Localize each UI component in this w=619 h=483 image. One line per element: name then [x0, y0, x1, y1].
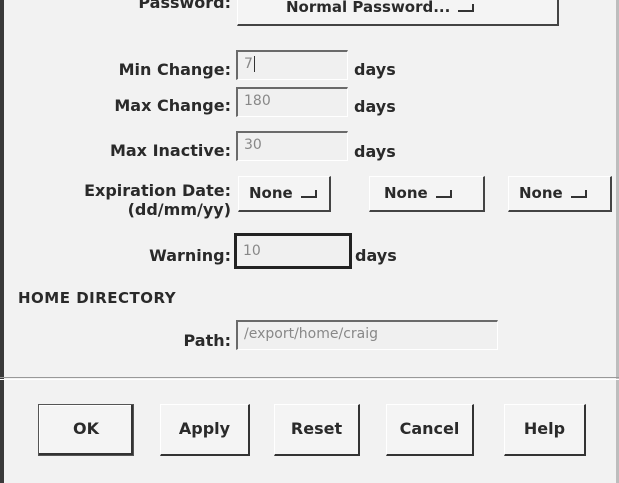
max-inactive-value: 30: [244, 137, 262, 153]
apply-button[interactable]: Apply: [160, 404, 250, 456]
expiration-date-label-line1: Expiration Date:: [84, 181, 231, 200]
separator-highlight: [0, 379, 619, 380]
password-label: Password:: [138, 0, 231, 12]
min-change-label: Min Change:: [118, 60, 231, 79]
max-inactive-unit: days: [354, 142, 396, 161]
min-change-input[interactable]: 7: [236, 50, 348, 80]
help-button[interactable]: Help: [504, 404, 586, 456]
max-change-value: 180: [244, 93, 271, 109]
text-cursor: [253, 56, 255, 72]
home-directory-heading: HOME DIRECTORY: [18, 289, 177, 307]
warning-label: Warning:: [149, 246, 231, 265]
expiration-date-format: (dd/mm/yy): [127, 200, 231, 219]
expiration-date-label: Expiration Date: (dd/mm/yy): [84, 181, 231, 219]
expiration-month-value: None: [384, 184, 428, 202]
reset-button[interactable]: Reset: [274, 404, 360, 456]
expiration-day-menu[interactable]: None: [238, 176, 331, 212]
expiration-year-value: None: [519, 184, 563, 202]
path-value: /export/home/craig: [244, 326, 378, 342]
cancel-button[interactable]: Cancel: [386, 404, 474, 456]
separator: [0, 377, 619, 378]
window-left-border: [0, 0, 4, 483]
expiration-day-value: None: [249, 184, 293, 202]
menu-indicator-icon: [435, 189, 452, 198]
max-change-label: Max Change:: [114, 96, 231, 115]
min-change-unit: days: [354, 60, 396, 79]
max-inactive-input[interactable]: 30: [236, 131, 348, 161]
expiration-month-menu[interactable]: None: [369, 176, 485, 212]
ok-button[interactable]: OK: [38, 404, 134, 456]
max-change-unit: days: [354, 97, 396, 116]
password-menu-button[interactable]: Normal Password...: [237, 0, 559, 26]
warning-input[interactable]: 10: [234, 233, 352, 269]
path-label: Path:: [183, 331, 231, 350]
warning-value: 10: [243, 243, 261, 259]
password-menu-value: Normal Password...: [286, 0, 451, 16]
expiration-year-menu[interactable]: None: [508, 176, 612, 212]
max-inactive-label: Max Inactive:: [109, 141, 231, 160]
menu-indicator-icon: [458, 3, 475, 12]
min-change-value: 7: [244, 56, 253, 72]
menu-indicator-icon: [300, 189, 317, 198]
path-input[interactable]: /export/home/craig: [236, 320, 498, 350]
warning-unit: days: [355, 246, 397, 265]
menu-indicator-icon: [570, 189, 587, 198]
max-change-input[interactable]: 180: [236, 87, 348, 117]
